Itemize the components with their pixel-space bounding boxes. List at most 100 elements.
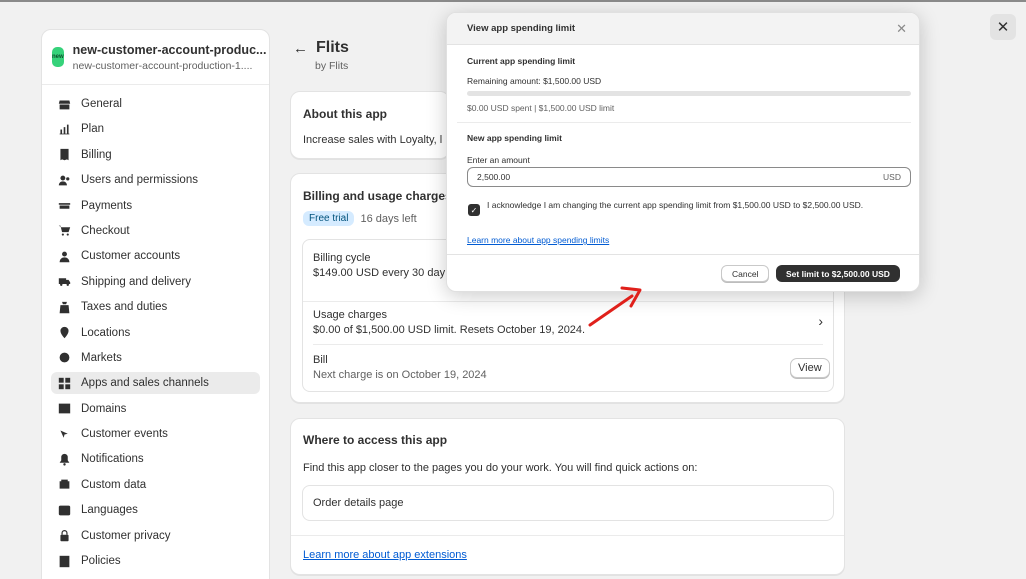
settings-nav: General Plan Billing Users and permissions P… (42, 85, 269, 572)
store-header[interactable]: new new-customer-account-produc... new-c… (42, 30, 269, 85)
sidebar-item-label: General (81, 98, 122, 110)
payments-icon (57, 199, 71, 213)
bill-sub: Next charge is on October 19, 2024 (313, 369, 487, 381)
close-icon[interactable]: ✕ (990, 14, 1016, 40)
truck-icon (57, 275, 71, 289)
amount-input[interactable]: 2,500.00 USD (467, 167, 911, 187)
about-text: Increase sales with Loyalty, l (303, 134, 443, 146)
acknowledge-checkbox[interactable]: ✓ (468, 204, 480, 216)
usage-title: Usage charges (313, 309, 387, 321)
divider (313, 344, 823, 345)
top-border (0, 0, 1026, 2)
usage-sub: $0.00 of $1,500.00 USD limit. Resets Oct… (313, 324, 586, 336)
acknowledge-text: I acknowledge I am changing the current … (487, 200, 864, 210)
learn-more-limits-link[interactable]: Learn more about app spending limits (467, 235, 609, 245)
currency-suffix: USD (883, 172, 901, 182)
apps-icon (57, 376, 71, 390)
policy-icon (57, 554, 71, 568)
spending-progress-bar (467, 91, 911, 96)
divider (303, 301, 833, 302)
settings-sidebar: new new-customer-account-produc... new-c… (41, 29, 270, 579)
store-logo: new (52, 47, 64, 67)
location-icon (57, 326, 71, 340)
sidebar-item-label: Shipping and delivery (81, 275, 191, 288)
sidebar-item-label: Billing (81, 148, 112, 161)
sidebar-item-languages[interactable]: Languages (51, 499, 260, 521)
data-icon (57, 478, 71, 492)
spending-limit-modal: View app spending limit ✕ Current app sp… (446, 12, 920, 292)
cancel-button[interactable]: Cancel (721, 265, 770, 282)
access-item-box: Order details page (302, 485, 834, 521)
amount-value: 2,500.00 (477, 172, 511, 182)
amount-label: Enter an amount (467, 155, 530, 165)
learn-more-extensions-link[interactable]: Learn more about app extensions (303, 549, 467, 561)
sidebar-item-label: Checkout (81, 224, 130, 237)
access-text: Find this app closer to the pages you do… (303, 462, 698, 474)
tax-icon (57, 300, 71, 314)
store-icon (57, 97, 71, 111)
close-icon[interactable]: ✕ (896, 21, 907, 37)
about-card: About this app Increase sales with Loyal… (290, 91, 450, 159)
sidebar-item-billing[interactable]: Billing (51, 144, 260, 166)
domain-icon (57, 402, 71, 416)
sidebar-item-label: Markets (81, 351, 122, 364)
sidebar-item-customer-events[interactable]: Customer events (51, 423, 260, 445)
days-left: 16 days left (360, 212, 417, 225)
usage-charges-row[interactable]: Usage charges $0.00 of $1,500.00 USD lim… (313, 304, 825, 347)
sidebar-item-markets[interactable]: Markets (51, 347, 260, 369)
users-icon (57, 173, 71, 187)
new-limit-title: New app spending limit (467, 133, 562, 143)
sidebar-item-label: Apps and sales channels (81, 377, 209, 390)
sidebar-item-locations[interactable]: Locations (51, 322, 260, 344)
access-item: Order details page (313, 497, 404, 509)
sidebar-item-customer-privacy[interactable]: Customer privacy (51, 525, 260, 547)
cart-icon (57, 224, 71, 238)
current-limit-title: Current app spending limit (467, 56, 576, 66)
page-title: Flits (316, 39, 349, 56)
divider (291, 535, 844, 536)
billing-title: Billing and usage charges (303, 189, 452, 203)
billing-cycle-sub: $149.00 USD every 30 day (313, 267, 446, 279)
person-icon (57, 249, 71, 263)
bill-row: Bill Next charge is on October 19, 2024 (313, 354, 487, 381)
sidebar-item-label: Payments (81, 199, 133, 212)
store-name: new-customer-account-produc... (72, 42, 267, 57)
billing-icon (57, 148, 71, 162)
sidebar-item-general[interactable]: General (51, 93, 260, 115)
view-bill-button[interactable]: View (790, 358, 830, 378)
access-card: Where to access this app Find this app c… (290, 418, 845, 575)
sidebar-item-label: Policies (81, 555, 121, 568)
sidebar-item-domains[interactable]: Domains (51, 398, 260, 420)
sidebar-item-payments[interactable]: Payments (51, 195, 260, 217)
sidebar-item-apps-and-sales-channels[interactable]: Apps and sales channels (51, 372, 260, 395)
sidebar-item-checkout[interactable]: Checkout (51, 220, 260, 242)
store-subtitle: new-customer-account-production-1.... (72, 59, 253, 72)
sidebar-item-customer-accounts[interactable]: Customer accounts (51, 245, 260, 267)
sidebar-item-label: Domains (81, 402, 127, 415)
sidebar-item-label: Plan (81, 123, 105, 136)
sidebar-item-label: Customer privacy (81, 529, 171, 542)
status-badge: Free trial (303, 211, 355, 226)
sidebar-item-plan[interactable]: Plan (51, 118, 260, 140)
modal-header: View app spending limit ✕ (447, 13, 919, 45)
back-arrow-icon[interactable]: ← (293, 40, 308, 57)
sidebar-item-notifications[interactable]: Notifications (51, 448, 260, 470)
set-limit-button[interactable]: Set limit to $2,500.00 USD (776, 265, 900, 282)
bill-title: Bill (313, 354, 328, 366)
sidebar-item-label: Languages (81, 504, 138, 517)
sidebar-item-policies[interactable]: Policies (51, 550, 260, 572)
sidebar-item-custom-data[interactable]: Custom data (51, 474, 260, 496)
sidebar-item-label: Customer events (81, 428, 168, 441)
access-title: Where to access this app (303, 433, 448, 447)
modal-footer-divider (447, 254, 919, 255)
sidebar-item-label: Notifications (81, 453, 144, 466)
billing-cycle-row: Billing cycle $149.00 USD every 30 day (313, 252, 445, 279)
sidebar-item-users-and-permissions[interactable]: Users and permissions (51, 169, 260, 191)
sidebar-item-label: Taxes and duties (81, 301, 168, 314)
lock-icon (57, 529, 71, 543)
about-title: About this app (303, 107, 387, 121)
bell-icon (57, 452, 71, 466)
sidebar-item-taxes-and-duties[interactable]: Taxes and duties (51, 296, 260, 318)
billing-cycle-title: Billing cycle (313, 252, 371, 264)
sidebar-item-shipping-and-delivery[interactable]: Shipping and delivery (51, 271, 260, 293)
